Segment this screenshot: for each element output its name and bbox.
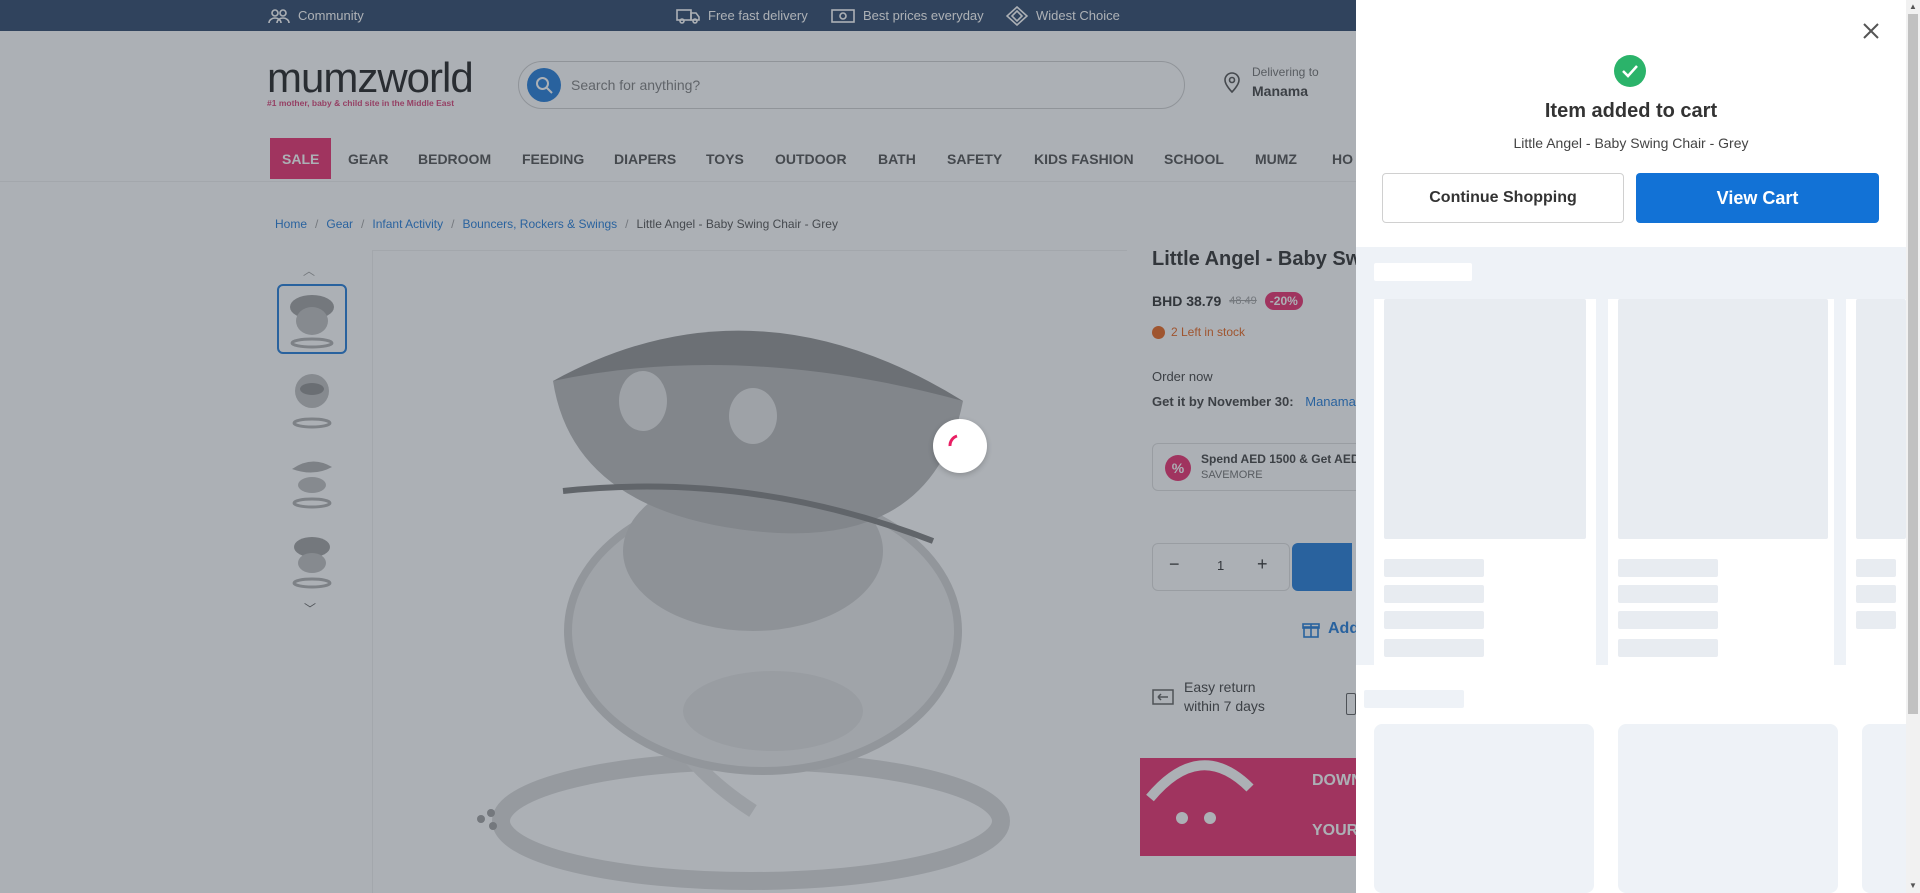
- skeleton-line: [1856, 585, 1896, 603]
- scrollbar-thumb[interactable]: [1908, 14, 1918, 714]
- skeleton-card: [1846, 299, 1906, 665]
- skeleton-image: [1384, 299, 1586, 539]
- skeleton-line: [1384, 611, 1484, 629]
- skeleton-heading: [1374, 263, 1472, 281]
- success-check-icon: [1614, 55, 1646, 87]
- skeleton-card: [1618, 724, 1838, 893]
- drawer-scrollbar[interactable]: ▲ ▼: [1906, 0, 1920, 893]
- spinner-icon: [948, 434, 958, 447]
- continue-shopping-button[interactable]: Continue Shopping: [1382, 173, 1624, 223]
- view-cart-button[interactable]: View Cart: [1636, 173, 1879, 223]
- skeleton-card: [1374, 299, 1596, 665]
- skeleton-line: [1384, 559, 1484, 577]
- skeleton-heading: [1364, 690, 1464, 708]
- loading-spinner: [933, 419, 987, 473]
- skeleton-line: [1384, 585, 1484, 603]
- item-added-title: Item added to cart: [1544, 100, 1718, 122]
- skeleton-card: [1374, 724, 1594, 893]
- recommendations-skeleton: [1356, 247, 1906, 665]
- skeleton-line: [1856, 559, 1896, 577]
- close-icon: [1863, 23, 1879, 39]
- skeleton-line: [1618, 639, 1718, 657]
- skeleton-line: [1618, 611, 1718, 629]
- scroll-up-icon[interactable]: ▲: [1906, 0, 1920, 14]
- skeleton-image: [1618, 299, 1828, 539]
- skeleton-card: [1862, 724, 1906, 893]
- scroll-down-icon[interactable]: ▼: [1906, 879, 1920, 893]
- skeleton-line: [1618, 559, 1718, 577]
- skeleton-line: [1856, 611, 1896, 629]
- added-product-name: Little Angel - Baby Swing Chair - Grey: [1513, 135, 1749, 151]
- close-drawer-button[interactable]: [1858, 18, 1884, 44]
- skeleton-line: [1618, 585, 1718, 603]
- skeleton-line: [1384, 639, 1484, 657]
- skeleton-image: [1856, 299, 1906, 539]
- page-overlay[interactable]: [0, 0, 1356, 893]
- skeleton-card: [1608, 299, 1834, 665]
